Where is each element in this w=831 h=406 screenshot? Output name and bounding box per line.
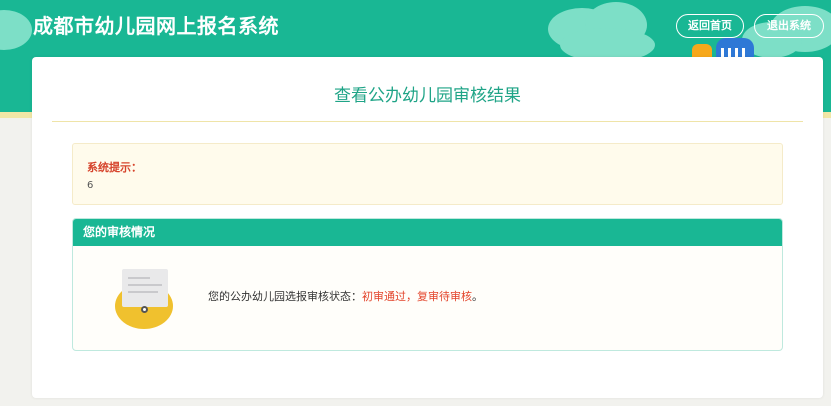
title-divider <box>52 121 803 122</box>
home-button[interactable]: 返回首页 <box>676 14 744 38</box>
status-value: 初审通过，复审待审核 <box>362 290 472 303</box>
notice-label: 系统提示： <box>87 161 142 174</box>
main-card: 查看公办幼儿园审核结果 系统提示： 6 您的审核情况 您的公办幼儿园选报审核状态… <box>32 57 823 398</box>
notice-value: 6 <box>87 180 94 191</box>
status-suffix: 。 <box>472 290 483 303</box>
status-prefix: 您的公办幼儿园选报审核状态： <box>208 290 362 303</box>
cloud-decoration <box>0 10 32 50</box>
review-panel: 您的审核情况 您的公办幼儿园选报审核状态：初审通过，复审待审核。 <box>72 218 783 351</box>
system-notice: 系统提示： 6 <box>72 143 783 205</box>
review-status-text: 您的公办幼儿园选报审核状态：初审通过，复审待审核。 <box>208 288 483 304</box>
site-title: 成都市幼儿园网上报名系统 <box>33 14 279 38</box>
document-icon <box>115 269 173 329</box>
exit-button[interactable]: 退出系统 <box>754 14 824 38</box>
page-title: 查看公办幼儿园审核结果 <box>334 86 521 106</box>
panel-heading: 您的审核情况 <box>73 219 782 246</box>
